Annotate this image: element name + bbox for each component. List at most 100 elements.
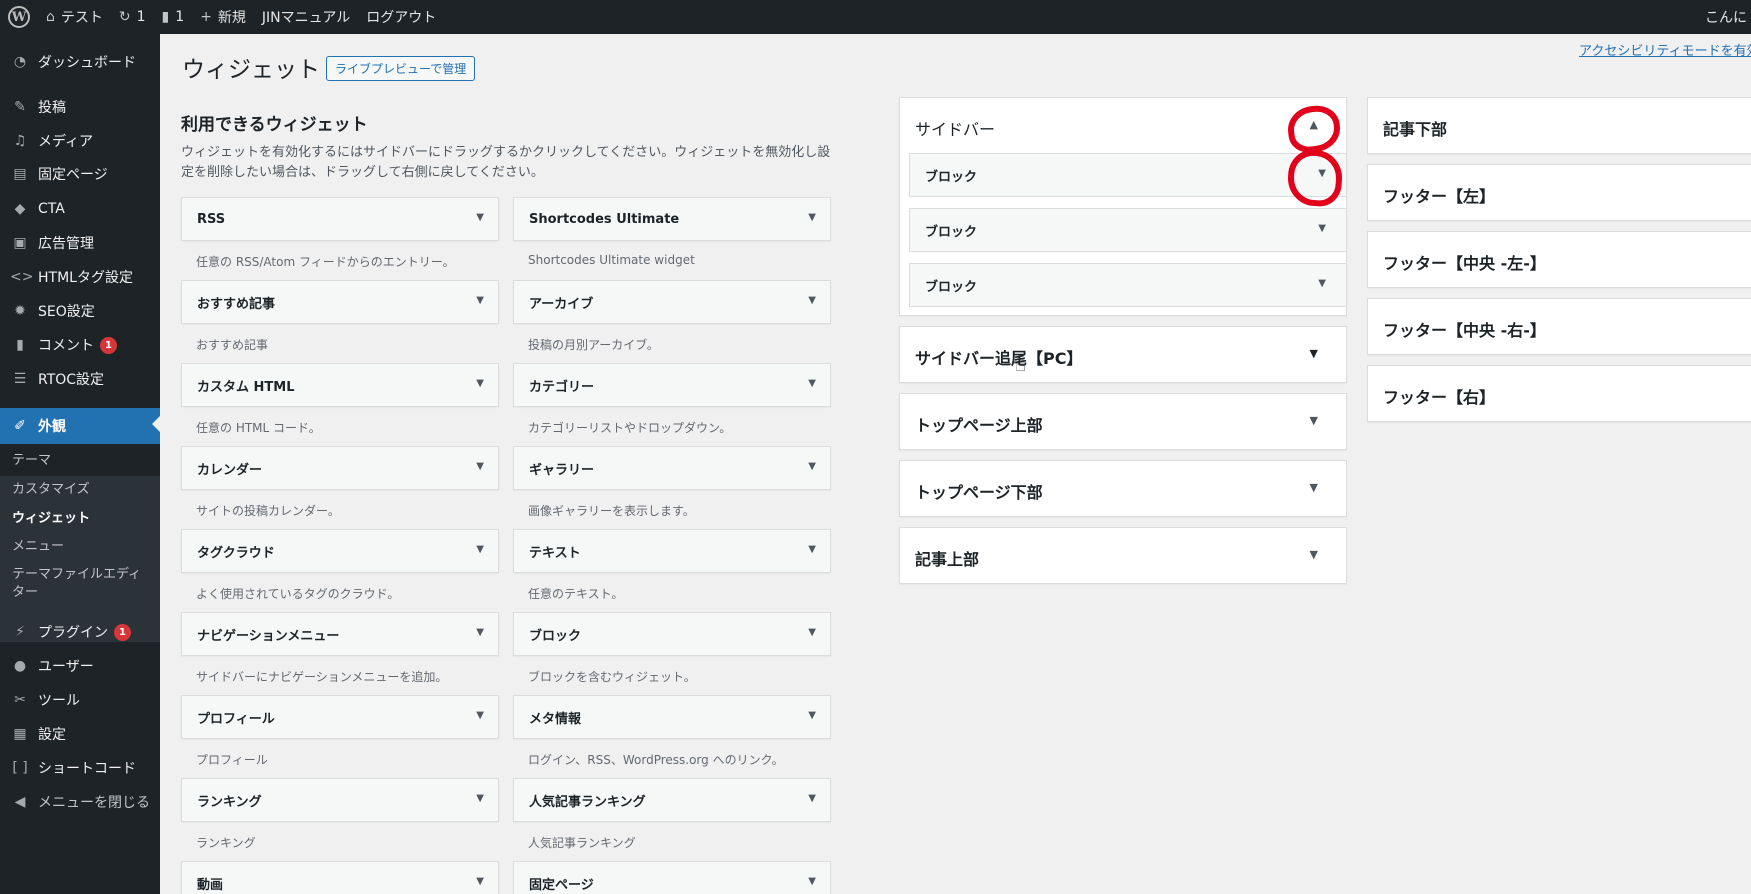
widget-block[interactable]: ブロック ▼ [513,612,831,656]
menu-rtoc[interactable]: ☰ RTOC設定 [0,363,160,395]
logout-link[interactable]: ログアウト [358,0,444,34]
widget-desc: 任意の RSS/Atom フィードからのエントリー。 [196,255,455,269]
widget-area-top-page-upper[interactable]: トップページ上部 ▼ [899,393,1347,450]
comments-link[interactable]: ▮ 1 [154,0,193,34]
page-icon: ▤ [13,166,27,182]
widget-custom-html[interactable]: カスタム HTML ▼ [181,363,499,407]
widget-popular-ranking[interactable]: 人気記事ランキング ▼ [513,778,831,822]
sidebar-block-widget[interactable]: ブロック ▼ [909,153,1347,197]
widget-text[interactable]: テキスト ▼ [513,529,831,573]
menu-tools[interactable]: ✂ ツール [0,684,160,716]
widget-archives[interactable]: アーカイブ ▼ [513,280,831,324]
triangle-down-icon: ▼ [476,461,484,472]
updates-link[interactable]: ↻ 1 [111,0,154,34]
widget-meta[interactable]: メタ情報 ▼ [513,695,831,739]
wordpress-logo-icon: W [8,6,30,28]
live-preview-button[interactable]: ライブプレビューで管理 [326,56,476,81]
menu-appearance[interactable]: ✐ 外観 [0,408,160,444]
dashboard-icon: ◔ [13,54,27,70]
widget-area-top-page-lower[interactable]: トップページ下部 ▼ [899,460,1347,517]
widget-area-article-top[interactable]: 記事上部 ▼ [899,527,1347,584]
triangle-down-icon: ▼ [476,710,484,721]
submenu-themes[interactable]: テーマ [12,452,51,470]
comment-icon: ▮ [161,9,170,25]
list-icon: ☰ [13,371,27,387]
wordpress-logo-button[interactable]: W [0,0,38,34]
area-title: フッター【中央 -右-】 [1383,321,1546,340]
menu-ads[interactable]: ▣ 広告管理 [0,227,160,259]
gear-icon: ✹ [14,303,26,319]
widget-area-sidebar[interactable]: サイドバー ▲ ブロック ▼ ブロック ▼ ブロック ▼ [899,97,1347,316]
admin-bar: W ⌂ テスト ↻ 1 ▮ 1 + 新規 JINマニュアル ログアウト こんに [0,0,1751,34]
triangle-down-icon: ▼ [1309,548,1318,561]
ad-icon: ▣ [13,235,27,251]
menu-collapse[interactable]: ◀ メニューを閉じる [0,786,160,818]
comments-count: 1 [175,9,185,25]
widget-title: テキスト [529,545,581,561]
sidebar-block-widget[interactable]: ブロック ▼ [909,263,1347,307]
widget-tag-cloud[interactable]: タグクラウド ▼ [181,529,499,573]
widget-area-footer-left[interactable]: フッター【左】 [1367,164,1751,221]
settings-icon: ▦ [13,726,27,742]
home-icon: ⌂ [46,9,55,25]
widget-ranking[interactable]: ランキング ▼ [181,778,499,822]
triangle-down-icon: ▼ [476,544,484,555]
sidebar-block-widget[interactable]: ブロック ▼ [909,208,1347,252]
menu-users[interactable]: ● ユーザー [0,650,160,682]
menu-plugins[interactable]: ⚡ プラグイン 1 [0,616,160,648]
howdy-account-link[interactable]: こんに [1701,0,1751,34]
widget-area-footer-center-right[interactable]: フッター【中央 -右-】 [1367,298,1751,355]
widget-title: タグクラウド [197,545,275,561]
widget-categories[interactable]: カテゴリー ▼ [513,363,831,407]
new-content-link[interactable]: + 新規 [192,0,254,34]
triangle-down-icon: ▼ [476,876,484,887]
widget-area-sidebar-follow-pc[interactable]: サイドバー追尾【PC】 ▼ [899,326,1347,383]
widget-video[interactable]: 動画 ▼ [181,861,499,894]
accessibility-mode-link[interactable]: アクセシビリティモードを有効 [1579,40,1751,59]
menu-html-tags[interactable]: <> HTMLタグ設定 [0,261,160,293]
widget-shortcodes-ultimate[interactable]: Shortcodes Ultimate ▼ [513,197,831,241]
widget-title: メタ情報 [529,711,582,727]
widget-area-footer-right[interactable]: フッター【右】 [1367,365,1751,422]
widget-desc: サイドバーにナビゲーションメニューを追加。 [196,670,448,684]
widget-profile[interactable]: プロフィール ▼ [181,695,499,739]
menu-dashboard[interactable]: ◔ ダッシュボード [0,46,160,78]
menu-cta[interactable]: ◆ CTA [0,193,160,225]
widget-area-footer-center-left[interactable]: フッター【中央 -左-】 [1367,231,1751,288]
widget-navigation-menu[interactable]: ナビゲーションメニュー ▼ [181,612,499,656]
submenu-customize[interactable]: カスタマイズ [12,481,90,499]
menu-label: SEO設定 [38,304,95,320]
triangle-down-icon: ▼ [1309,414,1318,427]
menu-seo[interactable]: ✹ SEO設定 [0,295,160,327]
widget-recommended[interactable]: おすすめ記事 ▼ [181,280,499,324]
widget-desc: 人気記事ランキング [528,836,636,850]
submenu-theme-file-editor[interactable]: テーマファイルエディター [12,566,152,602]
menu-comments[interactable]: ▮ コメント 1 [0,329,160,361]
hand-cursor-icon: ☝ [1015,355,1026,376]
triangle-down-icon: ▼ [1309,481,1318,494]
widget-desc: ログイン、RSS、WordPress.org へのリンク。 [528,753,784,767]
widget-area-article-bottom[interactable]: 記事下部 [1367,97,1751,154]
triangle-down-icon: ▼ [808,378,816,389]
triangle-down-icon: ▼ [476,627,484,638]
widget-desc: 画像ギャラリーを表示します。 [528,504,695,518]
menu-posts[interactable]: ✎ 投稿 [0,91,160,123]
widget-pages[interactable]: 固定ページ ▼ [513,861,831,894]
widget-title: ブロック [925,279,978,295]
menu-shortcode[interactable]: [ ] ショートコード [0,752,160,784]
widget-rss[interactable]: RSS ▼ [181,197,499,241]
widget-gallery[interactable]: ギャラリー ▼ [513,446,831,490]
widget-title: ブロック [925,224,978,240]
menu-media[interactable]: ♫ メディア [0,125,160,157]
menu-pages[interactable]: ▤ 固定ページ [0,158,160,190]
menu-label: 投稿 [38,100,66,116]
submenu-menus[interactable]: メニュー [12,538,64,556]
plus-icon: + [200,9,212,25]
widget-desc: ブロックを含むウィジェット。 [528,670,696,684]
menu-settings[interactable]: ▦ 設定 [0,718,160,750]
submenu-widgets[interactable]: ウィジェット [12,510,90,528]
widget-calendar[interactable]: カレンダー ▼ [181,446,499,490]
jin-manual-link[interactable]: JINマニュアル [254,0,358,34]
site-name-link[interactable]: ⌂ テスト [38,0,111,34]
widget-desc: 投稿の月別アーカイブ。 [528,338,659,352]
